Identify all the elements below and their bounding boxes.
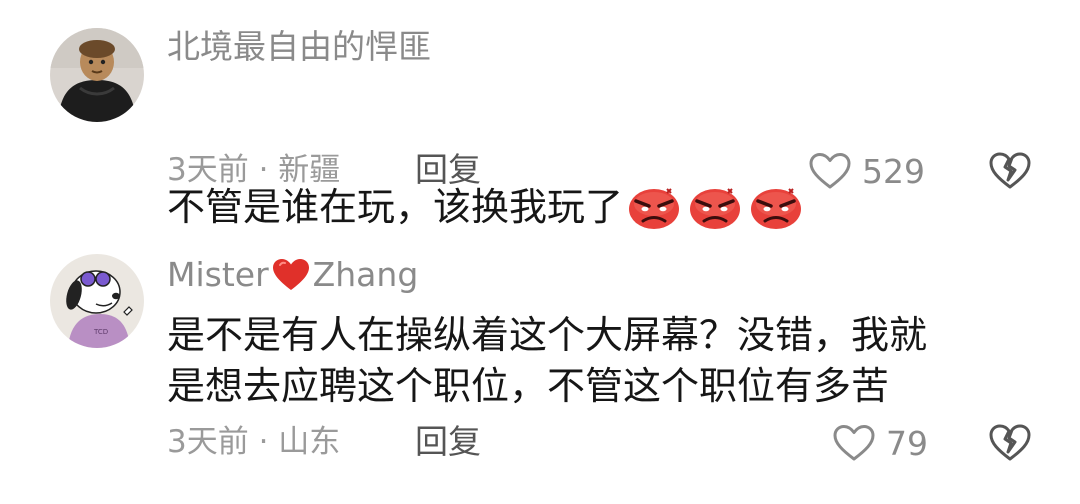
comment-username[interactable]: Mister Zhang (167, 255, 418, 295)
angry-face-icon (690, 188, 741, 229)
username-prefix: Mister (167, 255, 269, 294)
like-button[interactable]: 529 (808, 149, 925, 193)
heart-icon (833, 425, 875, 461)
user-avatar[interactable] (50, 28, 144, 122)
comment-username[interactable]: 北境最自由的悍匪 (167, 27, 431, 67)
comment-text-body: 不管是谁在玩，该换我玩了 (167, 185, 624, 229)
reply-button[interactable]: 回复 (415, 422, 481, 462)
user-avatar[interactable]: TCD (50, 254, 144, 348)
angry-face-icon (629, 188, 680, 229)
comment-item: TCD Mister Zhang 是不是有人在操纵着这个大屏幕？没错，我就 是想… (0, 240, 1080, 504)
dislike-broken-heart-icon[interactable] (988, 150, 1032, 192)
dislike-broken-heart-icon[interactable] (988, 422, 1032, 464)
comment-item: 北境最自由的悍匪 不管是谁在玩，该换我玩了 3天前 · 新疆 回复 529 (0, 0, 1080, 240)
red-heart-icon (272, 259, 309, 290)
avatar-image: TCD (50, 254, 144, 348)
reply-button[interactable]: 回复 (415, 150, 481, 190)
username-suffix: Zhang (312, 255, 419, 294)
svg-text:TCD: TCD (93, 328, 108, 336)
comment-text: 是不是有人在操纵着这个大屏幕？没错，我就 是想去应聘这个职位，不管这个职位有多苦 (167, 313, 928, 408)
like-count: 529 (862, 151, 925, 191)
avatar-image (50, 28, 144, 122)
heart-icon (809, 153, 851, 189)
angry-face-icon (751, 188, 802, 229)
like-count: 79 (886, 423, 928, 463)
emoji-group (627, 133, 810, 243)
comment-meta: 3天前 · 山东 (167, 424, 341, 460)
like-button[interactable]: 79 (832, 421, 928, 465)
comment-meta: 3天前 · 新疆 (167, 152, 341, 188)
